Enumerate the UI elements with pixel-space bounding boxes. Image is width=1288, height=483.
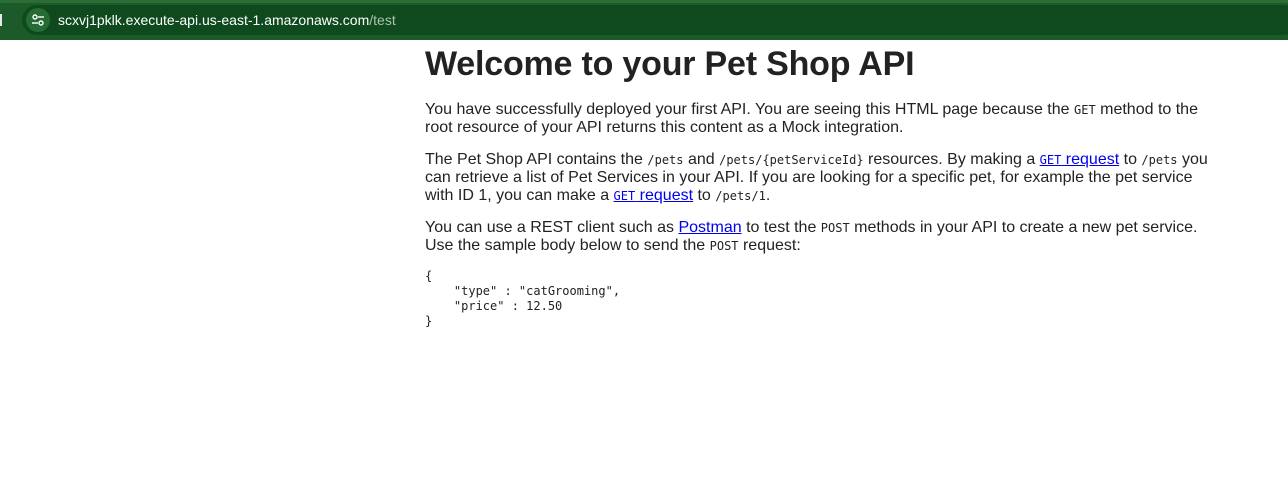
- url-host: scxvj1pklk.execute-api.us-east-1.amazona…: [58, 12, 370, 28]
- page-title: Welcome to your Pet Shop API: [425, 45, 915, 83]
- browser-toolbar: scxvj1pklk.execute-api.us-east-1.amazona…: [0, 0, 1288, 40]
- tune-icon: [32, 14, 44, 26]
- site-info-button[interactable]: [26, 8, 50, 32]
- text: You have successfully deployed your firs…: [425, 101, 1074, 118]
- code-pets-1: /pets/1: [715, 189, 766, 203]
- toolbar-left-edge: [0, 14, 2, 26]
- url-text[interactable]: scxvj1pklk.execute-api.us-east-1.amazona…: [58, 11, 396, 29]
- postman-link[interactable]: Postman: [678, 219, 741, 236]
- get-pets-link[interactable]: GET request: [1040, 151, 1120, 168]
- postman-paragraph: You can use a REST client such as Postma…: [425, 219, 1225, 255]
- text: resources. By making a: [863, 151, 1040, 168]
- link-code: GET: [613, 189, 636, 203]
- intro-paragraph: You have successfully deployed your firs…: [425, 101, 1225, 137]
- resources-paragraph: The Pet Shop API contains the /pets and …: [425, 151, 1225, 205]
- link-code: GET: [1039, 153, 1062, 167]
- text: to: [693, 187, 716, 204]
- get-pet-1-link[interactable]: GET request: [614, 187, 694, 204]
- code-pets: /pets: [647, 153, 684, 167]
- url-path: /test: [369, 12, 396, 28]
- text: request:: [738, 237, 801, 254]
- text: to: [1119, 151, 1142, 168]
- code-pets-2: /pets: [1141, 153, 1178, 167]
- code-post: POST: [820, 221, 850, 235]
- toolbar-edge: [0, 0, 1288, 3]
- text: and: [683, 151, 720, 168]
- sample-body-code: { "type" : "catGrooming", "price" : 12.5…: [425, 269, 621, 328]
- text: to test the: [741, 219, 821, 236]
- text: You can use a REST client such as: [425, 219, 679, 236]
- code-pets-id: /pets/{petServiceId}: [719, 153, 864, 167]
- page-content: Welcome to your Pet Shop API You have su…: [425, 40, 1225, 329]
- link-text: request: [635, 187, 694, 204]
- text: .: [765, 187, 771, 204]
- code-post-2: POST: [709, 239, 739, 253]
- text: The Pet Shop API contains the: [425, 151, 648, 168]
- link-text: request: [1061, 151, 1120, 168]
- code-get: GET: [1074, 103, 1096, 117]
